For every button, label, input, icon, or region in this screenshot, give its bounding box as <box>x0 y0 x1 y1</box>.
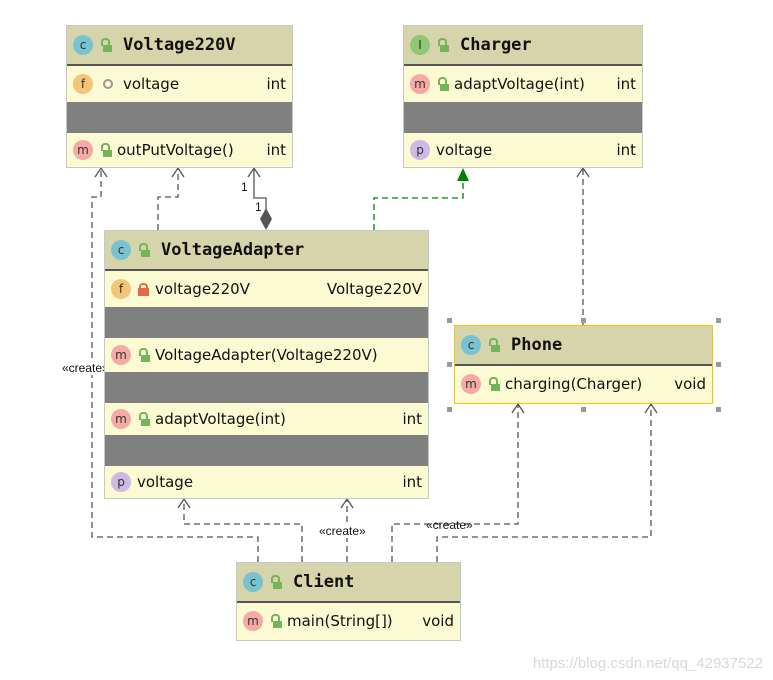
field-icon: f <box>73 74 93 94</box>
resize-handle[interactable] <box>447 362 452 367</box>
property-icon: p <box>111 472 131 492</box>
property-type: int <box>616 141 636 159</box>
abstract-method-icon: m <box>410 74 430 94</box>
multiplicity-label: 1 <box>241 180 248 194</box>
constructor-row[interactable]: m VoltageAdapter(Voltage220V) <box>105 338 428 372</box>
field-name: voltage <box>123 75 180 93</box>
separator <box>105 435 428 466</box>
public-icon <box>487 377 500 391</box>
separator <box>105 372 428 403</box>
public-icon <box>99 38 112 52</box>
class-voltage220v[interactable]: c Voltage220V f voltage int m outPutVoltage(… <box>66 25 293 168</box>
package-private-icon <box>103 79 113 89</box>
adapter-implements-charger <box>373 180 464 230</box>
method-name: main(String[]) <box>287 612 393 630</box>
public-icon <box>137 243 150 257</box>
create-label: «create» <box>62 361 109 375</box>
interface-icon: I <box>410 35 430 55</box>
method-icon: m <box>111 345 131 365</box>
method-type: int <box>266 141 286 159</box>
method-icon: m <box>461 374 481 394</box>
method-row[interactable]: m outPutVoltage() int <box>67 133 292 167</box>
create-label: «create» <box>426 518 473 532</box>
separator <box>404 102 642 133</box>
method-row[interactable]: m adaptVoltage(int) int <box>105 403 428 435</box>
public-icon <box>99 143 112 157</box>
private-icon <box>137 282 149 296</box>
method-name: adaptVoltage(int) <box>155 410 286 428</box>
resize-handle[interactable] <box>447 407 452 412</box>
property-row[interactable]: p voltage int <box>404 133 642 167</box>
method-type: void <box>674 375 706 393</box>
class-client[interactable]: c Client m main(String[]) void <box>236 562 461 641</box>
implements-triangle <box>457 168 469 181</box>
public-icon <box>436 38 449 52</box>
class-name: Voltage220V <box>123 35 236 55</box>
property-type: int <box>402 473 422 491</box>
resize-handle[interactable] <box>581 407 586 412</box>
public-icon <box>137 348 150 362</box>
resize-handle[interactable] <box>716 318 721 323</box>
method-row[interactable]: m main(String[]) void <box>237 603 460 639</box>
static-method-icon: m <box>243 611 263 631</box>
watermark: https://blog.csdn.net/qq_42937522 <box>532 655 763 672</box>
adapter-depends-voltage220v <box>157 169 179 230</box>
property-name: voltage <box>137 473 194 491</box>
class-name: Phone <box>511 335 563 355</box>
method-type: void <box>422 612 454 630</box>
uml-diagram: 1 1 «create» «create» «create» c Voltage2… <box>0 0 773 680</box>
public-icon <box>487 338 500 352</box>
method-icon: m <box>73 140 93 160</box>
class-name: VoltageAdapter <box>161 240 305 260</box>
runnable-class-icon: c <box>243 572 263 592</box>
property-name: voltage <box>436 141 493 159</box>
field-row[interactable]: f voltage220V Voltage220V <box>105 271 428 307</box>
resize-handle[interactable] <box>716 362 721 367</box>
method-type: int <box>616 75 636 93</box>
field-row[interactable]: f voltage int <box>67 66 292 102</box>
public-icon <box>436 77 449 91</box>
class-voltage-adapter[interactable]: c VoltageAdapter f voltage220V Voltage220V … <box>104 230 429 499</box>
field-type: int <box>266 75 286 93</box>
separator <box>105 307 428 338</box>
class-icon: c <box>111 240 131 260</box>
class-name: Client <box>293 572 355 592</box>
class-icon: c <box>73 35 93 55</box>
field-name: voltage220V <box>155 280 250 298</box>
property-row[interactable]: p voltage int <box>105 466 428 498</box>
class-icon: c <box>461 335 481 355</box>
method-icon: m <box>111 409 131 429</box>
field-icon: f <box>111 279 131 299</box>
method-name: charging(Charger) <box>505 375 643 393</box>
resize-handle[interactable] <box>716 407 721 412</box>
method-row[interactable]: m adaptVoltage(int) int <box>404 66 642 102</box>
separator <box>67 102 292 133</box>
method-name: adaptVoltage(int) <box>454 75 585 93</box>
method-row[interactable]: m charging(Charger) void <box>455 366 712 402</box>
class-name: Charger <box>460 35 532 55</box>
public-icon <box>269 614 282 628</box>
client-depends-phone <box>436 405 652 562</box>
public-icon <box>137 412 150 426</box>
public-icon <box>269 575 282 589</box>
client-depends-adapter <box>183 500 303 562</box>
constructor-name: VoltageAdapter(Voltage220V) <box>155 346 378 364</box>
method-name: outPutVoltage() <box>117 141 234 159</box>
resize-handle[interactable] <box>581 318 586 323</box>
create-label: «create» <box>319 524 366 538</box>
multiplicity-label: 1 <box>255 200 262 214</box>
field-type: Voltage220V <box>326 280 422 298</box>
interface-charger[interactable]: I Charger m adaptVoltage(int) int p voltage i… <box>403 25 643 168</box>
resize-handle[interactable] <box>447 318 452 323</box>
class-phone[interactable]: c Phone m charging(Charger) void <box>454 325 713 404</box>
property-icon: p <box>410 140 430 160</box>
method-type: int <box>402 410 422 428</box>
